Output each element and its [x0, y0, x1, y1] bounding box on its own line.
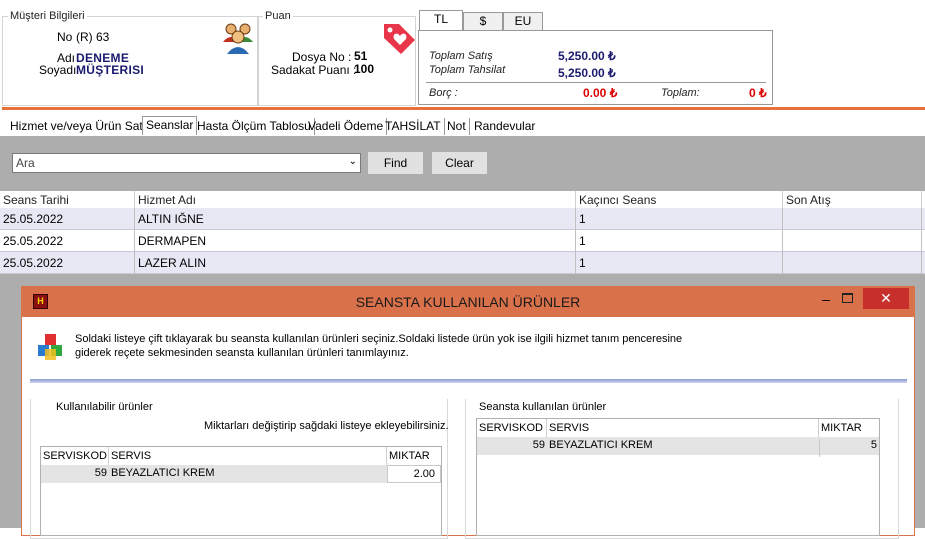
debt-value: 0.00 ₺: [583, 86, 618, 100]
cell-last-shot: [783, 230, 922, 252]
table-row[interactable]: 59 BEYAZLATICI KREM 2.00: [41, 465, 441, 483]
total-label: Toplam:: [661, 87, 700, 99]
customer-surname-label: Soyadı: [39, 63, 77, 77]
tab-note[interactable]: Not: [444, 118, 470, 135]
col-session-date[interactable]: Seans Tarihi: [0, 191, 135, 209]
loyalty-label: Sadakat Puanı :: [271, 63, 357, 77]
search-combobox[interactable]: Ara ⌄: [12, 153, 361, 173]
customer-group-label: Müşteri Bilgileri: [8, 10, 87, 22]
find-button[interactable]: Find: [367, 151, 424, 175]
points-group-label: Puan: [263, 10, 293, 22]
totals-divider: [426, 82, 766, 83]
cell-date: 25.05.2022: [0, 230, 135, 252]
quantity-input[interactable]: 2.00: [387, 465, 441, 483]
customer-no-label: No: [57, 30, 73, 44]
col-service[interactable]: SERVIS: [109, 447, 387, 465]
tab-service-sales[interactable]: Hizmet ve/veya Ürün Satış: [7, 118, 157, 135]
total-collection-label: Toplam Tahsilat: [429, 64, 506, 76]
info-text-line1: Soldaki listeye çift tıklayarak bu seans…: [75, 333, 683, 345]
cell-service-code: 59: [94, 467, 107, 479]
customer-no-value: (R) 63: [76, 30, 110, 44]
cell-service: BEYAZLATICI KREM: [549, 439, 653, 451]
tab-collection[interactable]: TAHSİLAT: [382, 118, 445, 135]
cell-date: 25.05.2022: [0, 208, 135, 230]
col-quantity[interactable]: MIKTAR: [387, 447, 441, 465]
total-collection-value: 5,250.00 ₺: [558, 66, 616, 80]
cell-last-shot: [783, 208, 922, 230]
cell-session-no: 1: [576, 208, 783, 230]
customer-surname-value: MÜŞTERISI: [76, 63, 145, 77]
search-combobox-value: Ara: [16, 156, 35, 170]
info-cubes-icon: [36, 333, 66, 361]
tab-appointments[interactable]: Randevular: [471, 118, 538, 135]
chevron-down-icon: ⌄: [348, 156, 357, 167]
minimize-icon[interactable]: –: [816, 291, 836, 307]
cell-date: 25.05.2022: [0, 252, 135, 274]
table-row[interactable]: 25.05.2022 DERMAPEN 1: [0, 230, 925, 252]
loyalty-value: 100: [354, 62, 375, 76]
total-sales-label: Toplam Satış: [429, 50, 493, 62]
close-icon[interactable]: ✕: [863, 288, 909, 309]
sessions-grid-header: Seans Tarihi Hizmet Adı Kaçıncı Seans So…: [0, 191, 925, 209]
maximize-icon[interactable]: [842, 293, 853, 303]
col-quantity[interactable]: MIKTAR: [819, 419, 879, 437]
available-products-hint: Miktarları değiştirip sağdaki listeye ek…: [204, 420, 449, 432]
dialog-separator: [30, 379, 907, 383]
users-group-icon: [221, 20, 255, 54]
col-session-number[interactable]: Kaçıncı Seans: [576, 191, 783, 209]
header-separator: [2, 107, 925, 110]
dialog-title: SEANSTA KULLANILAN ÜRÜNLER: [355, 294, 581, 310]
tab-currency-eu[interactable]: EU: [503, 12, 543, 31]
clear-button[interactable]: Clear: [431, 151, 488, 175]
used-products-label: Seansta kullanılan ürünler: [477, 401, 609, 413]
table-row[interactable]: 25.05.2022 ALTIN IĞNE 1: [0, 208, 925, 230]
products-dialog: H SEANSTA KULLANILAN ÜRÜNLER – ✕ Soldaki…: [21, 286, 915, 539]
cell-service: LAZER ALIN: [135, 252, 576, 274]
tab-installments[interactable]: Vadeli Ödeme: [305, 118, 388, 135]
file-no-label: Dosya No :: [292, 50, 352, 64]
col-last-shot[interactable]: Son Atış: [783, 191, 922, 209]
cell-session-no: 1: [576, 252, 783, 274]
available-products-label: Kullanılabilir ürünler: [54, 401, 155, 413]
cell-session-no: 1: [576, 230, 783, 252]
tab-currency-usd[interactable]: $: [463, 12, 503, 31]
dialog-title-bar[interactable]: H SEANSTA KULLANILAN ÜRÜNLER – ✕: [22, 287, 914, 317]
total-value: 0 ₺: [749, 86, 767, 100]
file-no-value: 51: [354, 49, 368, 63]
used-products-grid: SERVISKOD SERVIS MIKTAR 59 BEYAZLATICI K…: [476, 418, 880, 536]
tab-currency-tl[interactable]: TL: [419, 10, 463, 30]
cell-service-code: 59: [532, 439, 545, 451]
quantity-value: 2.00: [413, 468, 435, 480]
cell-service: DERMAPEN: [135, 230, 576, 252]
col-service-code[interactable]: SERVISKOD: [477, 419, 547, 437]
cell-quantity[interactable]: 5: [819, 439, 877, 457]
cell-service: BEYAZLATICI KREM: [111, 467, 215, 479]
customer-info-group: [2, 16, 258, 106]
tab-sessions[interactable]: Seanslar: [142, 116, 198, 135]
col-service-code[interactable]: SERVISKOD: [41, 447, 109, 465]
loyalty-tag-icon: [381, 20, 417, 56]
tab-measurements[interactable]: Hasta Ölçüm Tablosu: [194, 118, 315, 135]
table-row[interactable]: 25.05.2022 LAZER ALIN 1: [0, 252, 925, 274]
debt-label: Borç :: [429, 87, 458, 99]
info-text-line2: giderek reçete sekmesinden seansta kulla…: [75, 347, 409, 359]
col-service-name[interactable]: Hizmet Adı: [135, 191, 576, 209]
cell-last-shot: [783, 252, 922, 274]
total-sales-value: 5,250.00 ₺: [558, 49, 616, 63]
col-service[interactable]: SERVIS: [547, 419, 819, 437]
cell-service: ALTIN IĞNE: [135, 208, 576, 230]
table-row[interactable]: 59 BEYAZLATICI KREM 5: [477, 437, 879, 457]
available-products-grid: SERVISKOD SERVIS MIKTAR 59 BEYAZLATICI K…: [40, 446, 442, 536]
